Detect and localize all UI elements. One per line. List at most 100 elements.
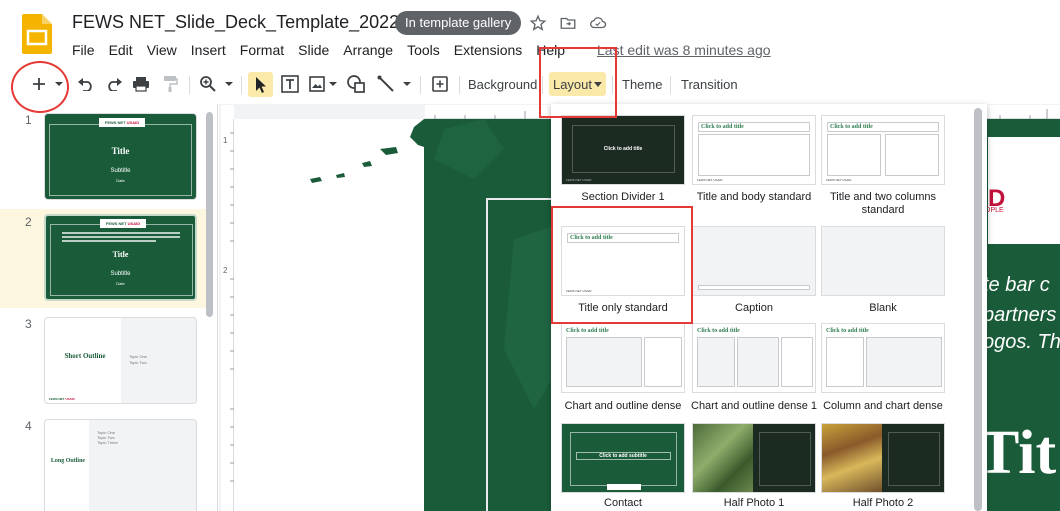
insert-comment-icon[interactable] — [429, 73, 451, 95]
layout-menu-scrollbar[interactable] — [974, 108, 982, 511]
template-gallery-badge[interactable]: In template gallery — [395, 11, 522, 35]
mini-chart-box — [737, 337, 779, 387]
usaid-logo: USAID — [127, 221, 141, 226]
slide-thumbnail-1[interactable]: FEWS NET USAID Title Subtitle Date — [44, 113, 197, 200]
paint-format-icon[interactable] — [160, 73, 180, 95]
layout-label: Section Divider 1 — [581, 191, 665, 203]
toolbar-separator — [459, 76, 460, 94]
outline-item: Topic Three — [97, 440, 118, 445]
layout-thumbnail — [692, 226, 816, 296]
filmstrip-scrollbar[interactable] — [206, 112, 213, 317]
menu-extensions[interactable]: Extensions — [447, 40, 529, 60]
slide-title: Title — [112, 250, 129, 259]
layout-label: Chart and outline dense — [564, 400, 682, 412]
layout-label: Contact — [604, 497, 642, 509]
move-folder-icon[interactable] — [559, 14, 577, 32]
toolbar-separator — [420, 76, 421, 94]
mini-photo-grains — [822, 424, 882, 492]
slide-thumbnail-4[interactable]: Long Outline Topic One Topic Two Topic T… — [44, 419, 197, 511]
partner-logos: FEWS NET USAID — [49, 397, 75, 401]
cloud-saved-icon[interactable] — [589, 14, 607, 32]
slide-thumbnail-3[interactable]: Short Outline Topic One Topic Two FEWS N… — [44, 317, 197, 404]
document-title[interactable]: FEWS NET_Slide_Deck_Template_2022 — [72, 12, 399, 33]
toolbar-separator — [670, 76, 671, 94]
mini-frame — [888, 432, 940, 486]
shape-icon[interactable] — [345, 73, 367, 95]
mini-chart-box — [566, 337, 642, 387]
mini-chart-box — [866, 337, 942, 387]
last-edit-link[interactable]: Last edit was 8 minutes ago — [597, 40, 771, 60]
mini-logos: FEWS NET USAID — [697, 178, 722, 182]
mini-column-box — [885, 134, 939, 176]
print-icon[interactable] — [131, 73, 151, 95]
partner-logos: FEWS NET USAID — [99, 118, 145, 127]
zoom-icon[interactable] — [198, 73, 218, 95]
mini-chart-box — [697, 337, 735, 387]
layout-label: Blank — [869, 302, 897, 314]
transition-button[interactable]: Transition — [681, 73, 738, 95]
mini-caption-box — [698, 285, 810, 290]
select-tool-button[interactable] — [248, 72, 273, 97]
line-icon[interactable] — [375, 73, 397, 95]
slide-number: 2 — [25, 215, 32, 229]
menu-slide[interactable]: Slide — [291, 40, 336, 60]
slide-body-text[interactable]: te bar c — [983, 274, 1050, 297]
mini-photo-vegetables — [693, 424, 753, 492]
slide-number: 3 — [25, 317, 32, 331]
background-button[interactable]: Background — [468, 73, 537, 95]
ruler-mark: 2 — [223, 266, 228, 275]
layout-thumbnail — [821, 423, 945, 493]
layout-thumbnail — [692, 423, 816, 493]
text-box-icon[interactable] — [279, 73, 301, 95]
layout-thumbnail: Click to add title FEWS NET USAID — [561, 115, 685, 185]
menu-file[interactable]: File — [65, 40, 102, 60]
mini-title: Click to add subtitle — [599, 453, 647, 459]
mini-body-box — [698, 134, 810, 176]
layout-thumbnail: Click to add title — [821, 323, 945, 393]
mini-logo: FEWS NET — [566, 178, 582, 182]
fewsnet-logo: FEWS NET — [104, 120, 126, 125]
image-dropdown-icon[interactable] — [327, 73, 339, 95]
partner-logos: FEWS NET USAID — [100, 219, 146, 228]
mini-logo: FEWS NET — [697, 178, 713, 182]
layout-label: Half Photo 2 — [852, 497, 914, 509]
menu-tools[interactable]: Tools — [400, 40, 447, 60]
zoom-dropdown-icon[interactable] — [222, 73, 236, 95]
layout-thumbnail: Click to add subtitle — [561, 423, 685, 493]
slide-thumbnail-2[interactable]: FEWS NET USAID Title Subtitle Date — [44, 214, 197, 301]
slide-body-lines — [62, 232, 180, 244]
menu-edit[interactable]: Edit — [102, 40, 140, 60]
menu-view[interactable]: View — [140, 40, 184, 60]
slide-body-text[interactable]: partners — [983, 304, 1056, 327]
mini-logo: FEWS NET — [826, 178, 842, 182]
layout-label: Half Photo 1 — [723, 497, 785, 509]
redo-icon[interactable] — [104, 73, 124, 95]
line-dropdown-icon[interactable] — [401, 73, 413, 95]
outline-item: Topic Two — [129, 360, 147, 365]
slide-title: Long Outline — [50, 458, 86, 464]
layout-thumbnail: Click to add title — [561, 323, 685, 393]
theme-button[interactable]: Theme — [622, 73, 662, 95]
star-icon[interactable] — [529, 14, 547, 32]
mini-logo: USAID — [842, 178, 852, 182]
map-shape-fragment — [300, 119, 430, 199]
layout-label: Title and body standard — [696, 191, 812, 203]
ruler-mark: 1 — [223, 136, 228, 145]
slide-title-text[interactable]: Tit — [978, 418, 1056, 489]
menu-arrange[interactable]: Arrange — [336, 40, 400, 60]
menu-format[interactable]: Format — [233, 40, 291, 60]
undo-icon[interactable] — [76, 73, 96, 95]
vertical-ruler[interactable] — [221, 119, 234, 511]
layout-thumbnail — [821, 226, 945, 296]
slide-number: 4 — [25, 419, 32, 433]
slide-body-text[interactable]: ogos. Th — [983, 331, 1060, 354]
menu-insert[interactable]: Insert — [184, 40, 233, 60]
mini-title: Click to add title — [701, 124, 744, 130]
mini-frame — [759, 432, 811, 486]
fewsnet-logo: FEWS NET — [105, 221, 127, 226]
image-icon[interactable] — [307, 73, 327, 95]
usaid-logo: USAID — [65, 397, 75, 401]
layout-label: Chart and outline dense 1 — [691, 400, 817, 412]
slides-logo-icon[interactable] — [22, 14, 52, 54]
layout-label: Title and two columns standard — [830, 191, 936, 216]
